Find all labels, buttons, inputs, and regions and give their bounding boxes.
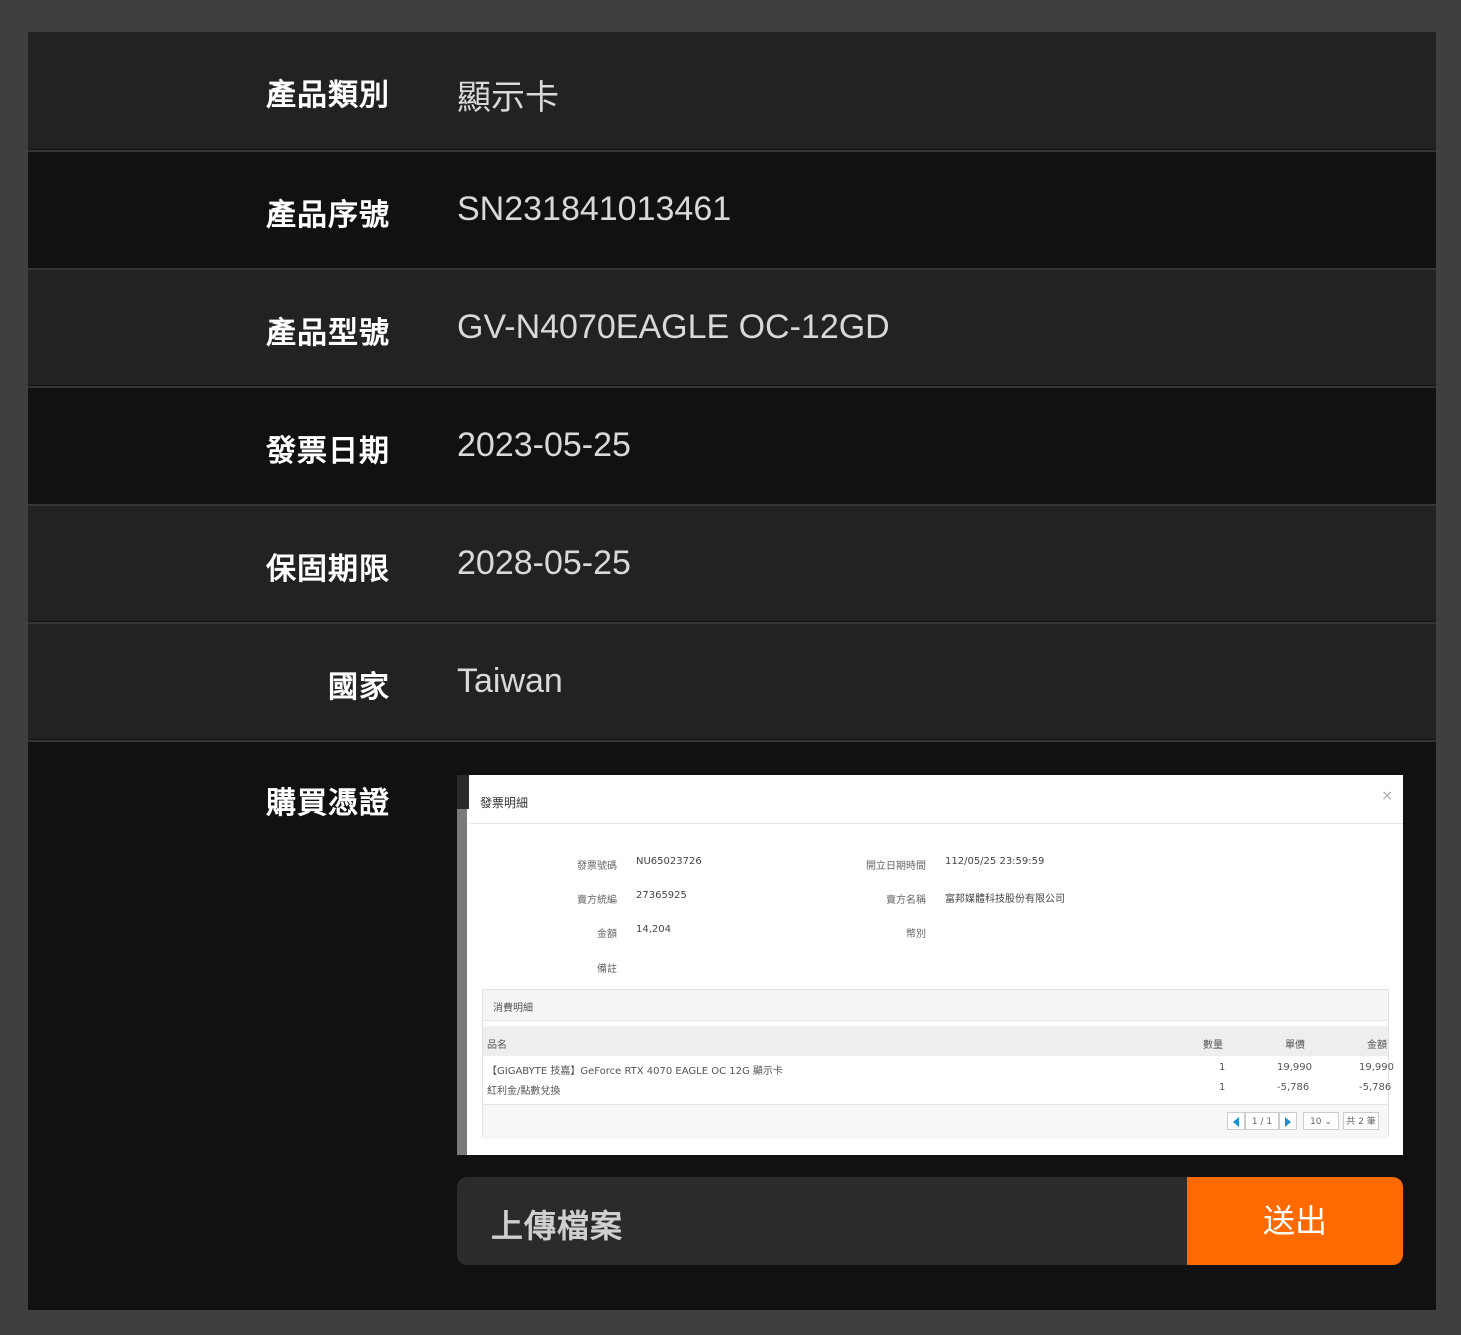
item-price: -5,786	[1277, 1082, 1310, 1093]
pagination-bar: 1 / 1 10 ⌄ 共 2 筆	[483, 1104, 1388, 1139]
model-number-value: GV-N4070EAGLE OC-12GD	[457, 308, 890, 346]
screenshot-leftbar	[457, 809, 467, 1155]
item-name: 紅利金/點數兌換	[487, 1086, 561, 1097]
purchase-proof-label: 購買憑證	[266, 786, 390, 821]
datetime-value: 112/05/25 23:59:59	[945, 856, 1045, 867]
warranty-expiry-value: 2028-05-25	[457, 544, 631, 582]
detail-title-bar: 消費明細	[483, 990, 1388, 1021]
note-label: 備註	[597, 964, 617, 975]
amount-label: 金額	[597, 929, 617, 940]
item-total: 19,990	[1359, 1062, 1394, 1073]
upload-file-label[interactable]: 上傳檔案	[491, 1201, 623, 1247]
seller-id-value: 27365925	[636, 890, 687, 901]
warranty-expiry-label: 保固期限	[266, 552, 390, 587]
product-category-value: 顯示卡	[457, 79, 559, 117]
country-label: 國家	[328, 670, 390, 705]
submit-button[interactable]: 送出	[1187, 1177, 1403, 1265]
close-icon: ×	[1381, 788, 1393, 804]
amount-value: 14,204	[636, 924, 671, 935]
invoice-modal-header: 發票明細 ×	[469, 779, 1403, 824]
datetime-label: 開立日期時間	[866, 861, 926, 872]
item-price: 19,990	[1277, 1062, 1312, 1073]
row-serial-number: 產品序號 SN231841013461	[28, 150, 1436, 267]
col-item-name: 品名	[487, 1040, 507, 1051]
row-country: 國家 Taiwan	[28, 622, 1436, 739]
next-page-icon	[1279, 1112, 1297, 1130]
consumption-detail-box: 消費明細 品名 數量 單價 金額 【GIGABYTE 技嘉】GeForce RT…	[482, 989, 1394, 1139]
row-purchase-proof: 購買憑證 發票明細 × 發票號碼 NU65023726 開立日期時間 112/0…	[28, 740, 1436, 1310]
invoice-date-value: 2023-05-25	[457, 426, 631, 464]
upload-bar[interactable]: 上傳檔案 送出	[457, 1177, 1403, 1265]
invoice-date-label: 發票日期	[266, 434, 390, 469]
row-invoice-date: 發票日期 2023-05-25	[28, 386, 1436, 503]
country-value: Taiwan	[457, 662, 563, 700]
seller-id-label: 賣方統編	[577, 895, 617, 906]
seller-name-value: 富邦媒體科技股份有限公司	[945, 894, 1065, 905]
prev-page-icon	[1227, 1112, 1245, 1130]
detail-table-header: 品名 數量 單價 金額	[483, 1026, 1388, 1056]
col-amount: 金額	[1367, 1040, 1387, 1051]
row-product-category: 產品類別 顯示卡	[28, 32, 1436, 149]
col-unit-price: 單價	[1285, 1040, 1305, 1051]
seller-name-label: 賣方名稱	[886, 895, 926, 906]
invoice-modal-title: 發票明細	[480, 796, 529, 810]
serial-number-label: 產品序號	[266, 198, 390, 233]
product-info-panel: 產品類別 顯示卡 產品序號 SN231841013461 產品型號 GV-N40…	[28, 32, 1436, 1310]
row-warranty-expiry: 保固期限 2028-05-25	[28, 504, 1436, 621]
invoice-no-label: 發票號碼	[577, 861, 617, 872]
page-indicator: 1 / 1	[1245, 1112, 1279, 1130]
item-total: -5,786	[1359, 1082, 1392, 1093]
item-name: 【GIGABYTE 技嘉】GeForce RTX 4070 EAGLE OC 1…	[487, 1066, 783, 1077]
currency-label: 幣別	[906, 929, 926, 940]
record-count: 共 2 筆	[1343, 1112, 1379, 1130]
model-number-label: 產品型號	[266, 316, 390, 351]
product-category-label: 產品類別	[266, 78, 390, 113]
screenshot-topbar	[457, 775, 469, 809]
item-qty: 1	[1219, 1062, 1226, 1073]
invoice-screenshot: 發票明細 × 發票號碼 NU65023726 開立日期時間 112/05/25 …	[457, 775, 1403, 1155]
col-quantity: 數量	[1203, 1040, 1223, 1051]
item-qty: 1	[1219, 1082, 1226, 1093]
row-model-number: 產品型號 GV-N4070EAGLE OC-12GD	[28, 268, 1436, 385]
invoice-no-value: NU65023726	[636, 856, 702, 867]
page-size-select: 10 ⌄	[1303, 1112, 1339, 1130]
detail-title: 消費明細	[493, 1003, 533, 1014]
serial-number-value: SN231841013461	[457, 190, 732, 228]
